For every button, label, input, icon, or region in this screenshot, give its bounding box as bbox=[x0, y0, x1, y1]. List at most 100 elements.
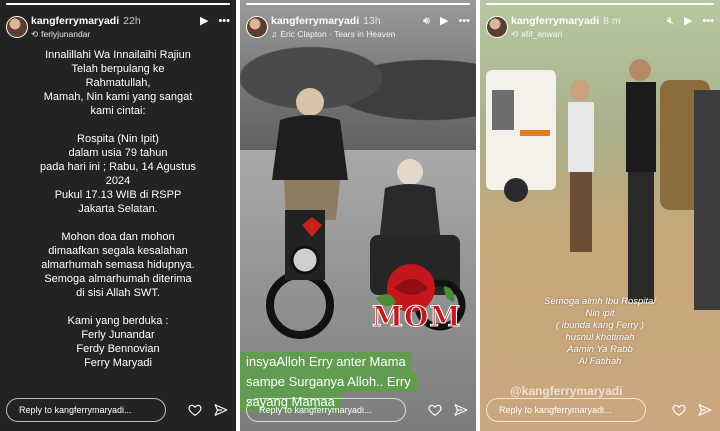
play-icon[interactable]: ▶ bbox=[200, 15, 208, 27]
caption-line: ( ibunda kang Ferry ) bbox=[555, 320, 645, 331]
subline-text: Eric Clapton · Tears in Heaven bbox=[280, 29, 396, 39]
announcement-line: Innalillahi Wa Innailaihi Rajiun bbox=[45, 49, 191, 61]
story-progress-bar bbox=[246, 3, 470, 5]
reply-actions bbox=[428, 403, 468, 417]
reply-actions bbox=[672, 403, 712, 417]
announcement-line: Semoga almarhumah diterima bbox=[44, 273, 192, 285]
announcement-line: Ferly Junandar bbox=[81, 329, 155, 341]
reply-placeholder: Reply to kangferrymaryadi... bbox=[19, 405, 132, 415]
subline-text: afif_anwari bbox=[521, 29, 563, 39]
caption-row: insyaAlloh Erry anter Mama bbox=[240, 352, 476, 372]
subline-text: ferlyjunandar bbox=[41, 29, 91, 39]
send-icon[interactable] bbox=[454, 403, 468, 417]
announcement-line: 2024 bbox=[105, 175, 131, 187]
mom-sticker-text: MOM bbox=[371, 300, 462, 334]
story-header: kangferrymaryadi 13h ♫ Eric Clapton · Tear… bbox=[246, 12, 470, 46]
music-subline[interactable]: ♫ Eric Clapton · Tears in Heaven bbox=[271, 29, 396, 39]
send-icon[interactable] bbox=[214, 403, 228, 417]
announcement-line: Jakarta Selatan. bbox=[78, 203, 158, 215]
header-controls: 🔇︎ ▶ ••• bbox=[667, 15, 714, 27]
more-icon[interactable]: ••• bbox=[458, 15, 470, 27]
avatar[interactable] bbox=[6, 16, 28, 38]
story-panel-3[interactable]: Semoga almh Ibu Rospita/Nin ipit( ibunda… bbox=[480, 0, 720, 431]
play-icon[interactable]: ▶ bbox=[684, 15, 692, 27]
username[interactable]: kangferrymaryadi 13h bbox=[271, 15, 381, 27]
announcement-line: kami cintai: bbox=[90, 105, 146, 117]
announcement-line: di sisi Allah SWT. bbox=[76, 287, 160, 299]
avatar[interactable] bbox=[246, 16, 268, 38]
announcement-line: Mamah, Nin kami yang sangat bbox=[43, 91, 193, 103]
caption-line: insyaAlloh Erry anter Mama bbox=[240, 352, 412, 372]
story-progress-fill bbox=[246, 3, 470, 5]
caption-line: Semoga almh Ibu Rospita/ bbox=[544, 296, 656, 307]
reply-actions bbox=[188, 403, 228, 417]
announcement-line: Pukul 17.13 WIB di RSPP bbox=[54, 189, 182, 201]
play-icon[interactable]: ▶ bbox=[440, 15, 448, 27]
announcement-line: Mohon doa dan mohon bbox=[61, 231, 175, 243]
header-controls: ▶ ••• bbox=[200, 15, 230, 27]
mom-sticker: MOM bbox=[366, 258, 466, 340]
reply-input[interactable]: Reply to kangferrymaryadi... bbox=[6, 398, 166, 422]
more-icon[interactable]: ••• bbox=[218, 15, 230, 27]
avatar[interactable] bbox=[486, 16, 508, 38]
story-progress-bar bbox=[486, 3, 714, 5]
caption-line: sampe Surganya Alloh.. Erry bbox=[240, 372, 417, 392]
caption-line: Nin ipit bbox=[585, 308, 615, 319]
post-time: 8 m bbox=[603, 15, 621, 27]
announcement-line: Telah berpulang ke bbox=[71, 63, 165, 75]
announcement-line: almarhumah semasa hidupnya. bbox=[41, 259, 195, 271]
music-icon: ♫ bbox=[271, 29, 278, 39]
announcement-line: pada hari ini ; Rabu, 14 Agustus bbox=[40, 161, 196, 173]
sound-icon[interactable]: 🔇︎ bbox=[667, 15, 674, 27]
post-time: 13h bbox=[363, 15, 381, 27]
username-text: kangferrymaryadi bbox=[271, 15, 360, 27]
announcement-line: Ferdy Bennovian bbox=[76, 343, 160, 355]
header-controls: 🔊︎ ▶ ••• bbox=[423, 15, 470, 27]
announcement-line: dimaafkan segala kesalahan bbox=[48, 245, 188, 257]
reply-placeholder: Reply to kangferrymaryadi... bbox=[259, 405, 372, 415]
caption-line: Aamin Ya Rabb bbox=[567, 344, 633, 355]
reply-bar: Reply to kangferrymaryadi... bbox=[6, 397, 166, 423]
reply-input[interactable]: Reply to kangferrymaryadi... bbox=[486, 398, 646, 422]
story-progress-fill bbox=[486, 3, 714, 5]
story-header: kangferrymaryadi 22h ⟲ ferlyjunandar ▶ ••• bbox=[6, 12, 230, 46]
story-progress-bar bbox=[6, 3, 230, 5]
announcement-line: Rahmatullah, bbox=[85, 77, 151, 89]
announcement-line: Rospita (Nin Ipit) bbox=[77, 133, 159, 145]
send-icon[interactable] bbox=[698, 403, 712, 417]
heart-icon[interactable] bbox=[428, 403, 442, 417]
reply-bar: Reply to kangferrymaryadi... bbox=[486, 397, 646, 423]
announcement-line: Kami yang berduka : bbox=[67, 315, 169, 327]
caption-line: Al Fatihah bbox=[578, 356, 622, 367]
reply-placeholder: Reply to kangferrymaryadi... bbox=[499, 405, 612, 415]
story-header: kangferrymaryadi 8 m ⟲ afif_anwari 🔇︎ ▶ ••… bbox=[486, 12, 714, 46]
story-caption: Semoga almh Ibu Rospita/Nin ipit( ibunda… bbox=[520, 296, 680, 368]
collab-icon: ⟲ bbox=[511, 29, 519, 39]
caption-row: sampe Surganya Alloh.. Erry bbox=[240, 372, 476, 392]
more-icon[interactable]: ••• bbox=[702, 15, 714, 27]
username-text: kangferrymaryadi bbox=[511, 15, 600, 27]
caption-line: husnul khotimah bbox=[565, 332, 635, 343]
story-subline[interactable]: ⟲ afif_anwari bbox=[511, 29, 562, 40]
reply-bar: Reply to kangferrymaryadi... bbox=[246, 397, 406, 423]
collab-icon: ⟲ bbox=[31, 29, 39, 39]
username-text: kangferrymaryadi bbox=[31, 15, 120, 27]
reply-input[interactable]: Reply to kangferrymaryadi... bbox=[246, 398, 406, 422]
heart-icon[interactable] bbox=[672, 403, 686, 417]
announcement-text: Innalillahi Wa Innailaihi Rajiun Telah be… bbox=[14, 48, 222, 370]
watermark: @kangferrymaryadi bbox=[510, 384, 623, 398]
username[interactable]: kangferrymaryadi 8 m bbox=[511, 15, 621, 27]
story-panel-1[interactable]: kangferrymaryadi 22h ⟲ ferlyjunandar ▶ •••… bbox=[0, 0, 236, 431]
sound-icon[interactable]: 🔊︎ bbox=[423, 15, 430, 27]
story-progress-fill bbox=[6, 3, 230, 5]
post-time: 22h bbox=[123, 15, 141, 27]
story-panel-2[interactable]: MOM kangferrymaryadi 13h ♫ Eric Clapton · … bbox=[240, 0, 476, 431]
announcement-line: Ferry Maryadi bbox=[84, 357, 152, 369]
username[interactable]: kangferrymaryadi 22h bbox=[31, 15, 141, 27]
heart-icon[interactable] bbox=[188, 403, 202, 417]
story-subline[interactable]: ⟲ ferlyjunandar bbox=[31, 29, 90, 40]
announcement-line: dalam usia 79 tahun bbox=[68, 147, 168, 159]
